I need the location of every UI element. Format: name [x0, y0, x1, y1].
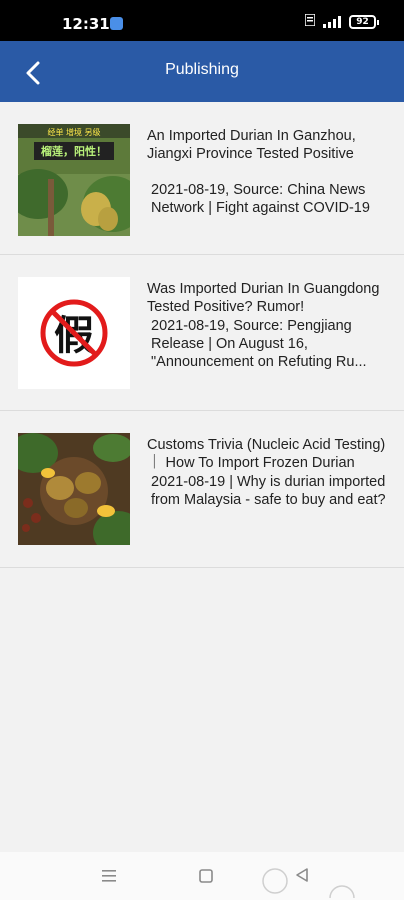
- signal-icon: [323, 15, 341, 28]
- status-indicators: 92: [304, 13, 379, 29]
- sim-icon: [304, 13, 316, 29]
- list-item[interactable]: 假 Was Imported Durian In Guangdong Teste…: [0, 255, 404, 411]
- assistive-touch-circle-2[interactable]: [328, 884, 356, 900]
- menu-button[interactable]: [100, 868, 118, 888]
- battery-icon: 92: [349, 14, 379, 29]
- list-item[interactable]: Customs Trivia (Nucleic Acid Testing) ｜ …: [0, 411, 404, 568]
- app-bar: Publishing: [0, 41, 404, 102]
- status-bar: 12:31 92: [0, 0, 404, 41]
- article-meta: 2021-08-19 | Why is durian imported from…: [151, 474, 386, 508]
- article-title: Was Imported Durian In Guangdong Tested …: [147, 281, 380, 315]
- article-title: An Imported Durian In Ganzhou, Jiangxi P…: [147, 128, 356, 162]
- circle-icon: [329, 885, 355, 899]
- system-nav-bar: [0, 852, 404, 900]
- article-thumbnail: 经单 增境 另级 榴莲，阳性！: [18, 124, 130, 236]
- page-title: Publishing: [165, 61, 239, 78]
- home-button[interactable]: [198, 868, 214, 888]
- assistive-touch-circle[interactable]: [261, 867, 289, 899]
- article-text: Customs Trivia (Nucleic Acid Testing) ｜ …: [147, 436, 390, 509]
- circle-icon: [262, 868, 288, 894]
- article-list: 经单 增境 另级 榴莲，阳性！ An Imported Durian In Ga…: [0, 102, 404, 568]
- back-nav-button[interactable]: [294, 866, 310, 888]
- article-thumbnail: 假: [18, 277, 130, 389]
- article-thumbnail: [18, 433, 130, 545]
- article-text: Was Imported Durian In Guangdong Tested …: [147, 280, 390, 371]
- menu-icon: [102, 870, 116, 882]
- thumbnail-caption: 榴莲，阳性！: [41, 144, 107, 158]
- thumbnail-caption-top: 经单 增境 另级: [47, 127, 100, 137]
- home-square-icon: [199, 869, 213, 883]
- article-meta: 2021-08-19, Source: China News Network |…: [151, 182, 370, 216]
- battery-level: 92: [356, 16, 369, 27]
- list-item[interactable]: 经单 增境 另级 榴莲，阳性！ An Imported Durian In Ga…: [0, 102, 404, 255]
- status-time: 12:31: [62, 15, 110, 33]
- notification-app-icon: [110, 17, 123, 30]
- article-meta: 2021-08-19, Source: Pengjiang Release | …: [151, 318, 367, 370]
- article-text: An Imported Durian In Ganzhou, Jiangxi P…: [147, 127, 390, 217]
- back-triangle-icon: [296, 868, 308, 882]
- article-title: Customs Trivia (Nucleic Acid Testing) ｜ …: [147, 437, 386, 471]
